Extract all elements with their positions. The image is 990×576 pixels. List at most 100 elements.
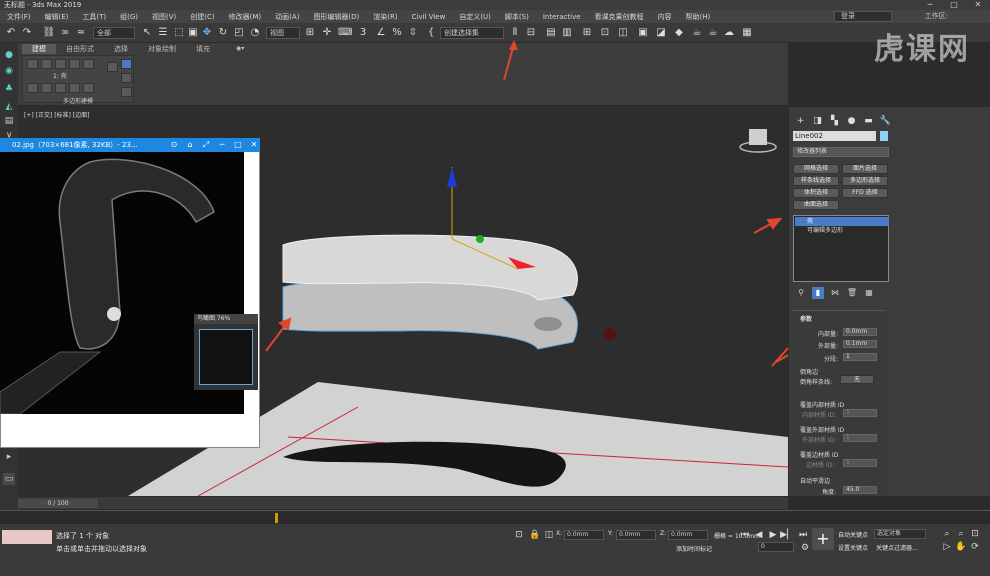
menu-tools[interactable]: 工具(T) bbox=[75, 12, 113, 22]
menu-animation[interactable]: 动画(A) bbox=[268, 12, 306, 22]
tab-freeform[interactable]: 自由形式 bbox=[56, 44, 104, 54]
auto-smooth-checkbox[interactable]: 自动平滑边 bbox=[800, 476, 830, 485]
menu-graph-editors[interactable]: 图形编辑器(D) bbox=[306, 12, 366, 22]
edge-mode-icon[interactable] bbox=[41, 59, 52, 69]
play-icon[interactable]: ▶ bbox=[766, 529, 780, 541]
menu-tutorials[interactable]: 看课克果创教程 bbox=[588, 12, 651, 22]
gizmo-z-arrow[interactable] bbox=[447, 167, 457, 187]
utilities-tab-icon[interactable]: 🔧 bbox=[877, 115, 894, 127]
field-of-view-icon[interactable]: ▷ bbox=[940, 541, 954, 553]
override-outer-checkbox[interactable]: 覆盖外部材质 ID bbox=[800, 425, 844, 434]
scene-explorer-icon[interactable]: ● bbox=[3, 49, 15, 61]
curve-editor-icon[interactable]: ⊞ bbox=[580, 26, 594, 40]
viewcube-icon[interactable] bbox=[749, 129, 767, 145]
inner-mat-input[interactable]: 1 bbox=[843, 409, 877, 417]
mesh-select-button[interactable]: 网格选择 bbox=[793, 164, 839, 174]
show-end-result-icon[interactable]: ▮ bbox=[812, 287, 824, 299]
named-selection-icon[interactable]: { bbox=[424, 26, 438, 40]
remove-modifier-icon[interactable]: 🗑 bbox=[846, 287, 858, 299]
move-icon[interactable]: ✥ bbox=[200, 26, 214, 40]
outer-amount-input[interactable]: 0.1mm bbox=[843, 340, 877, 348]
ffd-select-button[interactable]: FFD 选择 bbox=[842, 188, 888, 198]
close-icon[interactable]: ✕ bbox=[966, 0, 990, 10]
next-modifier-icon[interactable] bbox=[55, 83, 66, 93]
tab-populate[interactable]: 填充 bbox=[186, 44, 220, 54]
go-to-start-icon[interactable]: ⏮ bbox=[738, 529, 752, 541]
render-production-icon[interactable]: ◆ bbox=[672, 26, 686, 40]
override-edge-checkbox[interactable]: 覆盖边材质 ID bbox=[800, 450, 838, 459]
x-coordinate[interactable]: 0.0mm bbox=[564, 530, 604, 540]
fullscreen-icon[interactable]: ⤢ bbox=[198, 138, 214, 152]
zoom-icon[interactable]: ⌕ bbox=[940, 528, 954, 540]
time-config-icon[interactable]: ⚙ bbox=[798, 542, 812, 554]
viewport-layout-icon[interactable]: ▭ bbox=[3, 473, 15, 485]
unlink-icon[interactable]: ∞ bbox=[58, 26, 72, 40]
tab-modeling[interactable]: 建模 bbox=[22, 44, 56, 54]
gizmo-y-handle[interactable] bbox=[476, 235, 484, 243]
element-mode-icon[interactable] bbox=[83, 59, 94, 69]
edge-mat-input[interactable]: 1 bbox=[843, 459, 877, 467]
make-unique-icon[interactable]: ⋈ bbox=[829, 287, 841, 299]
snaps-toggle-icon[interactable]: 3 bbox=[356, 26, 370, 40]
previous-frame-icon[interactable]: ◀ bbox=[752, 529, 766, 541]
surface-select-button[interactable]: 曲面选择 bbox=[793, 200, 839, 210]
strip-arrow-icon[interactable]: ▸ bbox=[3, 451, 15, 463]
rendered-frame-icon[interactable]: ◪ bbox=[654, 26, 668, 40]
border-mode-icon[interactable] bbox=[55, 59, 66, 69]
geometry-icon[interactable]: ♣ bbox=[3, 83, 15, 95]
time-slider-handle[interactable]: 0 / 100 bbox=[18, 499, 98, 508]
spinner-snap-icon[interactable]: ⇳ bbox=[406, 26, 420, 40]
skin-icon[interactable]: ⌂ bbox=[182, 138, 198, 152]
minimize-icon[interactable]: ─ bbox=[214, 138, 230, 152]
ribbon-options-icon[interactable]: ◉▾ bbox=[236, 45, 244, 52]
scale-icon[interactable]: ◰ bbox=[232, 26, 246, 40]
next-frame-icon[interactable]: ▶▏ bbox=[780, 529, 794, 541]
orbit-icon[interactable]: ⟳ bbox=[968, 541, 982, 553]
undo-icon[interactable]: ↶ bbox=[4, 26, 18, 40]
go-to-end-icon[interactable]: ⏭ bbox=[796, 529, 810, 541]
zoom-extents-icon[interactable]: ⊡ bbox=[968, 528, 982, 540]
ignore-backfacing-icon[interactable] bbox=[121, 73, 132, 83]
camera-icon[interactable]: ◭ bbox=[3, 101, 15, 113]
menu-edit[interactable]: 编辑(E) bbox=[38, 12, 76, 22]
y-coordinate[interactable]: 0.0mm bbox=[616, 530, 656, 540]
maximize-icon[interactable]: □ bbox=[942, 0, 966, 10]
birdseye-thumbnail[interactable] bbox=[194, 324, 258, 390]
time-slider[interactable] bbox=[18, 497, 788, 509]
maximize-icon[interactable]: □ bbox=[230, 138, 246, 152]
bind-spacewarp-icon[interactable]: ≈ bbox=[74, 26, 88, 40]
menu-modifiers[interactable]: 修改器(M) bbox=[222, 12, 269, 22]
auto-key-button[interactable]: 自动关键点 bbox=[838, 530, 868, 539]
menu-file[interactable]: 文件(F) bbox=[0, 12, 38, 22]
close-icon[interactable]: ✕ bbox=[246, 138, 262, 152]
previous-modifier-icon[interactable] bbox=[41, 83, 52, 93]
patch-select-button[interactable]: 面片选择 bbox=[842, 164, 888, 174]
thumbnail-viewport[interactable] bbox=[199, 329, 253, 385]
menu-content[interactable]: 内容 bbox=[651, 12, 679, 22]
reference-coord-system[interactable]: 视图 bbox=[266, 27, 300, 39]
align-icon[interactable]: ⊟ bbox=[524, 26, 538, 40]
toggle-ribbon-icon[interactable]: ▥ bbox=[560, 26, 574, 40]
bevel-edges-checkbox[interactable]: 倒角边 bbox=[800, 367, 818, 376]
selection-filter[interactable]: 全部 bbox=[93, 27, 135, 39]
volume-select-button[interactable]: 体积选择 bbox=[793, 188, 839, 198]
window-crossing-icon[interactable]: ▣ bbox=[186, 26, 200, 40]
signin-dropdown[interactable]: 登录 bbox=[834, 11, 892, 22]
placement-icon[interactable]: ◔ bbox=[248, 26, 262, 40]
percent-snap-icon[interactable]: % bbox=[390, 26, 404, 40]
modifier-stack-icon[interactable] bbox=[27, 83, 38, 93]
modifier-stack[interactable]: 壳 可编辑多边形 bbox=[793, 215, 889, 282]
object-color-swatch[interactable] bbox=[880, 131, 888, 141]
outer-mat-input[interactable]: 1 bbox=[843, 434, 877, 442]
z-coordinate[interactable]: 0.0mm bbox=[668, 530, 708, 540]
menu-rendering[interactable]: 渲染(R) bbox=[366, 12, 404, 22]
angle-snap-icon[interactable]: ∠ bbox=[374, 26, 388, 40]
render-setup-icon[interactable]: ▣ bbox=[636, 26, 650, 40]
segments-input[interactable]: 1 bbox=[843, 353, 877, 361]
menu-group[interactable]: 组(G) bbox=[113, 12, 145, 22]
override-inner-checkbox[interactable]: 覆盖内部材质 ID bbox=[800, 400, 844, 409]
menu-customize[interactable]: 自定义(U) bbox=[452, 12, 498, 22]
menu-views[interactable]: 视图(V) bbox=[145, 12, 183, 22]
track-bar[interactable] bbox=[0, 510, 990, 524]
menu-help[interactable]: 帮助(H) bbox=[679, 12, 718, 22]
